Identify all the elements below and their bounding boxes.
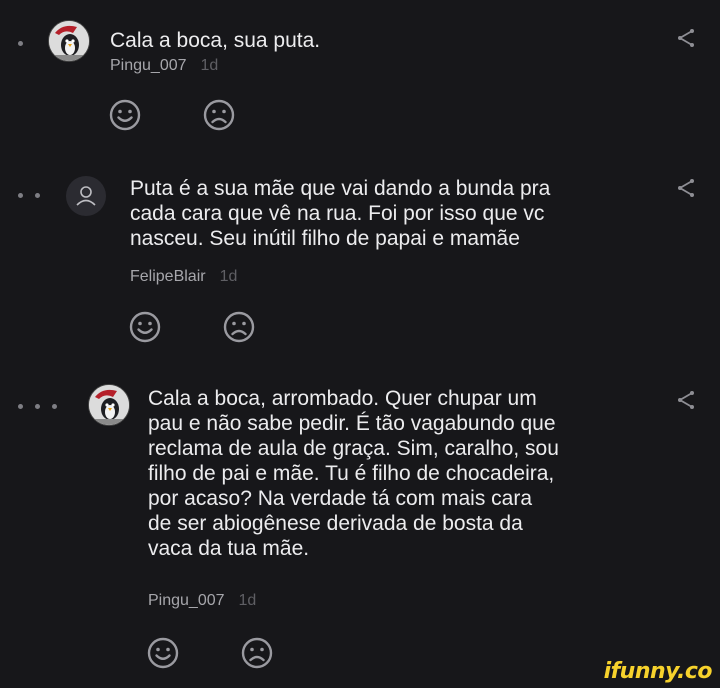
comment-text: Puta é a sua mãe que vai dando a bunda p…: [130, 177, 551, 250]
ifunny-watermark: ifunny.co: [603, 659, 713, 684]
thread-dot: [18, 193, 23, 198]
reaction-bar: [146, 636, 274, 670]
avatar[interactable]: [48, 20, 90, 62]
penguin-avatar-icon: [89, 385, 129, 425]
avatar[interactable]: [88, 384, 130, 426]
comment-text: Cala a boca, arrombado. Quer chupar um p…: [148, 387, 559, 560]
frown-icon[interactable]: [240, 636, 274, 670]
thread-depth-indicator: [18, 41, 23, 46]
comment-time: 1d: [238, 592, 257, 609]
reaction-bar: [128, 310, 256, 344]
thread-dot: [52, 404, 57, 409]
frown-icon[interactable]: [222, 310, 256, 344]
comment-meta: Pingu_007 1d: [110, 57, 218, 75]
frown-icon[interactable]: [202, 98, 236, 132]
thread-dot: [35, 193, 40, 198]
smile-icon[interactable]: [108, 98, 142, 132]
share-icon[interactable]: [674, 176, 698, 200]
thread-dot: [18, 404, 23, 409]
thread-dot: [35, 404, 40, 409]
comment-author[interactable]: Pingu_007: [110, 57, 187, 74]
reaction-bar: [108, 98, 236, 132]
comment-author[interactable]: FelipeBlair: [130, 268, 206, 285]
smile-icon[interactable]: [128, 310, 162, 344]
comment-meta: Pingu_007 1d: [148, 592, 256, 610]
thread-dot: [18, 41, 23, 46]
comment-text: Cala a boca, sua puta.: [110, 29, 321, 52]
comment-time: 1d: [200, 57, 219, 74]
default-user-icon: [76, 186, 96, 206]
smile-icon[interactable]: [146, 636, 180, 670]
comment-meta: FelipeBlair 1d: [130, 268, 237, 286]
share-icon[interactable]: [674, 26, 698, 50]
penguin-avatar-icon: [49, 21, 89, 61]
comment-author[interactable]: Pingu_007: [148, 592, 225, 609]
avatar[interactable]: [66, 176, 106, 216]
thread-depth-indicator: [18, 193, 40, 198]
share-icon[interactable]: [674, 388, 698, 412]
comment-time: 1d: [219, 268, 238, 285]
thread-depth-indicator: [18, 404, 57, 409]
